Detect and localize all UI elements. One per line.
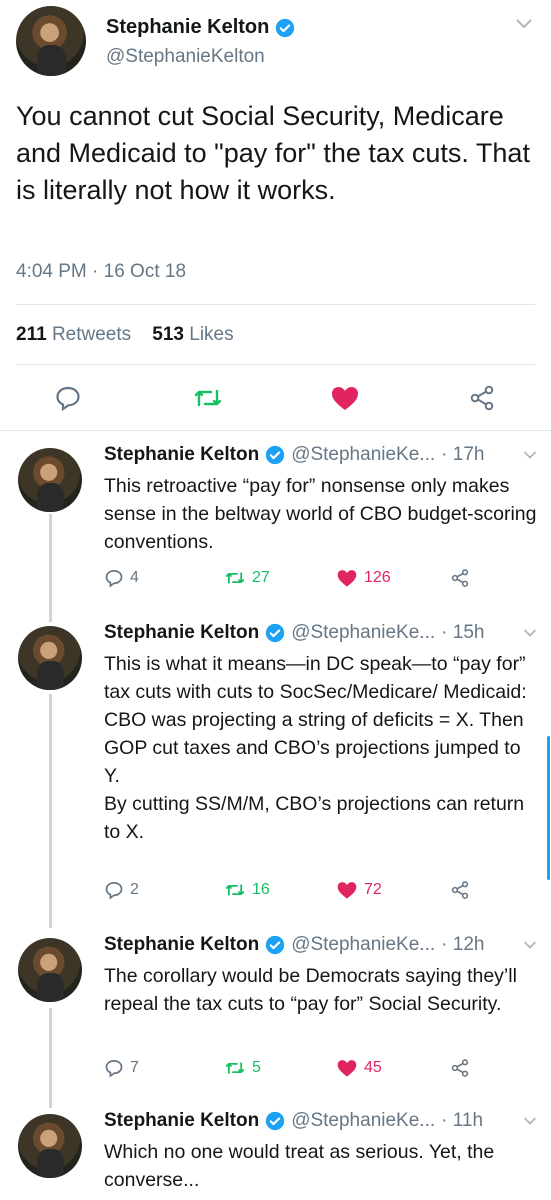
likes-label[interactable]: Likes <box>189 324 233 345</box>
retweet-action[interactable]: 27 <box>224 568 270 588</box>
tweet-actions: 2 16 72 <box>104 880 524 904</box>
reply-icon <box>105 1059 123 1078</box>
reply-action[interactable]: 7 <box>104 1058 139 1078</box>
tweet-text: This is what it means—in DC speak—to “pa… <box>104 653 527 843</box>
author-name[interactable]: Stephanie Kelton <box>104 934 259 956</box>
thread-line <box>49 514 52 622</box>
tweet-actions <box>0 376 551 420</box>
tweet-time[interactable]: · 11h <box>441 1110 483 1132</box>
avatar[interactable] <box>18 626 82 690</box>
retweets-label[interactable]: Retweets <box>52 324 131 345</box>
chevron-down-icon[interactable] <box>523 940 537 950</box>
retweets-count[interactable]: 211 <box>16 324 47 345</box>
thread-line <box>49 1008 52 1108</box>
divider <box>16 364 535 365</box>
verified-icon <box>266 623 285 643</box>
like-icon <box>337 570 357 587</box>
reply-count: 2 <box>130 881 139 898</box>
share-icon[interactable] <box>450 880 470 900</box>
retweet-count: 27 <box>252 569 270 586</box>
author-name[interactable]: Stephanie Kelton <box>104 1110 259 1132</box>
retweet-count: 16 <box>252 881 270 898</box>
avatar[interactable] <box>18 448 82 512</box>
author-handle[interactable]: @StephanieKe... <box>291 934 435 956</box>
reply-action[interactable]: 2 <box>104 880 139 900</box>
like-action[interactable]: 126 <box>336 568 391 588</box>
like-action[interactable]: 45 <box>336 1058 382 1078</box>
reply-icon <box>105 881 123 900</box>
divider <box>0 430 551 431</box>
retweet-icon <box>225 884 245 896</box>
tweet-actions: 4 27 126 <box>104 568 524 592</box>
tweet-text: The corollary would be Democrats saying … <box>104 965 517 1015</box>
author-handle[interactable]: @StephanieKe... <box>291 622 435 644</box>
like-count: 45 <box>364 1059 382 1076</box>
reply-action[interactable]: 4 <box>104 568 139 588</box>
reply-icon <box>105 569 123 588</box>
tweet-time[interactable]: · 15h <box>441 622 484 644</box>
retweet-icon <box>225 1062 245 1074</box>
author-handle[interactable]: @StephanieKe... <box>291 444 435 466</box>
like-action[interactable]: 72 <box>336 880 382 900</box>
share-icon[interactable] <box>450 568 470 588</box>
retweet-action[interactable]: 16 <box>224 880 270 900</box>
like-icon <box>337 1060 357 1077</box>
author-name[interactable]: Stephanie Kelton <box>104 444 259 466</box>
tweet-stats: 211 Retweets 513 Likes <box>16 324 234 346</box>
tweet-timestamp[interactable]: 4:04 PM · 16 Oct 18 <box>16 261 186 283</box>
like-count: 126 <box>364 569 391 586</box>
author-handle[interactable]: @StephanieKe... <box>291 1110 435 1132</box>
like-count: 72 <box>364 881 382 898</box>
avatar[interactable] <box>18 938 82 1002</box>
thread-line <box>49 694 52 928</box>
verified-icon <box>266 1111 285 1131</box>
chevron-down-icon[interactable] <box>523 1116 537 1126</box>
tweet-time[interactable]: · 12h <box>441 934 484 956</box>
retweet-action[interactable]: 5 <box>224 1058 261 1078</box>
scrollbar[interactable] <box>547 736 550 880</box>
verified-icon <box>266 935 285 955</box>
reply-count: 7 <box>130 1059 139 1076</box>
verified-icon <box>276 18 295 37</box>
reply-icon[interactable] <box>54 384 82 412</box>
retweet-count: 5 <box>252 1059 261 1076</box>
tweet-text: This retroactive “pay for” nonsense only… <box>104 475 537 553</box>
like-icon[interactable] <box>330 384 360 412</box>
author-handle[interactable]: @StephanieKelton <box>106 46 265 68</box>
chevron-down-icon[interactable] <box>523 628 537 638</box>
tweet-text: Which no one would treat as serious. Yet… <box>104 1141 495 1191</box>
avatar[interactable] <box>16 6 86 76</box>
tweet-actions: 7 5 45 <box>104 1058 524 1082</box>
verified-icon <box>266 445 285 465</box>
author-name[interactable]: Stephanie Kelton <box>104 622 259 644</box>
reply-count: 4 <box>130 569 139 586</box>
like-icon <box>337 882 357 899</box>
divider <box>16 304 535 305</box>
avatar[interactable] <box>18 1114 82 1178</box>
author-name[interactable]: Stephanie Kelton <box>106 16 269 39</box>
share-icon[interactable] <box>468 384 496 412</box>
retweet-icon <box>225 572 245 584</box>
tweet-time[interactable]: · 17h <box>441 444 484 466</box>
chevron-down-icon[interactable] <box>523 450 537 460</box>
chevron-down-icon[interactable] <box>515 18 533 30</box>
retweet-icon[interactable] <box>192 384 224 412</box>
likes-count[interactable]: 513 <box>152 324 184 345</box>
tweet-text: You cannot cut Social Security, Medicare… <box>16 101 530 205</box>
share-icon[interactable] <box>450 1058 470 1078</box>
